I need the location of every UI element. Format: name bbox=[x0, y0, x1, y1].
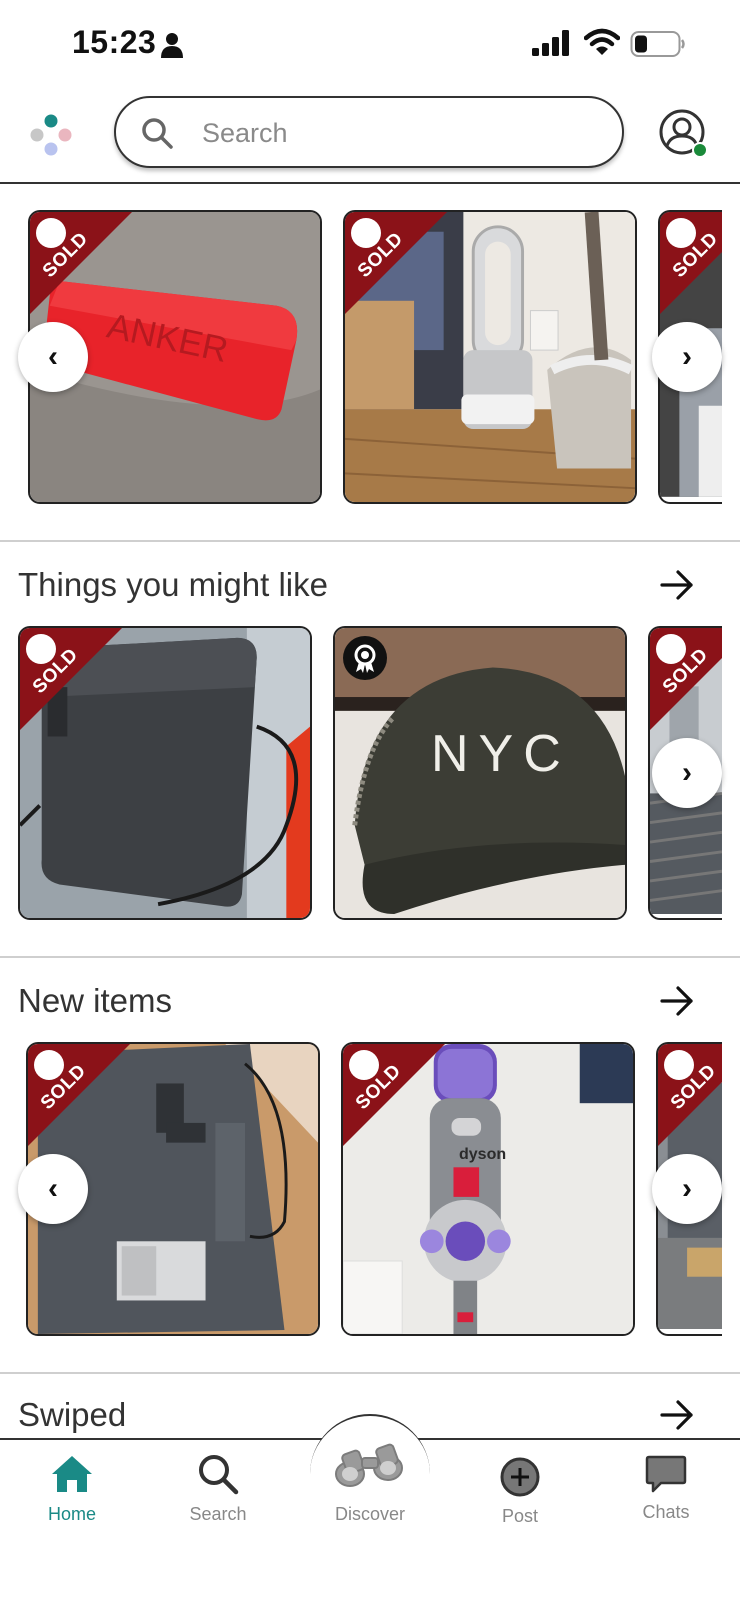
plus-circle-icon bbox=[500, 1457, 540, 1497]
wifi-icon bbox=[584, 28, 620, 55]
listing-card[interactable]: SOLD bbox=[343, 210, 637, 504]
section-title: Swiped bbox=[18, 1396, 127, 1433]
carousel-next-button[interactable]: › bbox=[652, 322, 722, 392]
featured-carousel: ANKER SOLD SOLD SOLD ‹ › bbox=[0, 184, 740, 540]
search-placeholder: Search bbox=[202, 118, 288, 148]
cap-text: NYC bbox=[431, 725, 571, 783]
nav-label: Post bbox=[501, 1506, 539, 1526]
nav-label: Search bbox=[189, 1504, 247, 1524]
home-icon bbox=[52, 1456, 92, 1492]
listing-card[interactable]: NYC bbox=[333, 626, 627, 920]
home-indicator bbox=[250, 1578, 490, 1586]
section-title: New items bbox=[18, 982, 173, 1019]
sold-ribbon: SOLD bbox=[660, 212, 722, 314]
carousel-next-button[interactable]: › bbox=[652, 1154, 722, 1224]
status-time: 15:23 bbox=[72, 24, 157, 60]
search-input[interactable]: Search bbox=[114, 96, 624, 168]
sold-ribbon: SOLD bbox=[20, 628, 122, 730]
sold-ribbon: SOLD bbox=[345, 212, 447, 314]
app-logo[interactable] bbox=[28, 112, 74, 158]
battery-icon bbox=[630, 31, 685, 57]
sold-ribbon: SOLD bbox=[30, 212, 132, 314]
nav-label: Home bbox=[47, 1504, 96, 1524]
section-things-you-might-like: Things you might like SOLD NYC SOLD › bbox=[0, 542, 740, 956]
signal-icon bbox=[532, 30, 569, 56]
binoculars-icon bbox=[335, 1443, 403, 1487]
carousel-next-button[interactable]: › bbox=[652, 738, 722, 808]
award-badge-icon bbox=[343, 636, 387, 680]
sold-ribbon: SOLD bbox=[650, 628, 722, 730]
person-icon bbox=[161, 33, 183, 58]
section-title: Things you might like bbox=[18, 566, 328, 603]
app-header: Search bbox=[0, 90, 740, 184]
brand-text: dyson bbox=[459, 1146, 507, 1163]
section-new-items: New items SOLD dyson SOLD SOLD ‹ › bbox=[0, 958, 740, 1372]
status-bar: 15:23 bbox=[0, 0, 740, 90]
arrow-right-icon[interactable] bbox=[660, 986, 694, 1016]
carousel-prev-button[interactable]: ‹ bbox=[18, 322, 88, 392]
search-icon bbox=[142, 118, 173, 149]
arrow-right-icon[interactable] bbox=[660, 1400, 694, 1430]
listing-card[interactable]: dyson SOLD bbox=[341, 1042, 635, 1336]
nav-label: Chats bbox=[642, 1502, 690, 1522]
chat-bubble-icon bbox=[645, 1455, 687, 1493]
profile-avatar-icon[interactable] bbox=[658, 108, 708, 158]
sold-ribbon: SOLD bbox=[28, 1044, 130, 1146]
bottom-navigation: Home Search Discover Post Chats bbox=[0, 1414, 740, 1600]
nav-label: Discover bbox=[334, 1504, 405, 1524]
search-icon bbox=[199, 1455, 239, 1495]
sold-ribbon: SOLD bbox=[343, 1044, 445, 1146]
listing-card[interactable]: SOLD bbox=[18, 626, 312, 920]
carousel-prev-button[interactable]: ‹ bbox=[18, 1154, 88, 1224]
arrow-right-icon[interactable] bbox=[660, 570, 694, 600]
sold-ribbon: SOLD bbox=[658, 1044, 722, 1146]
